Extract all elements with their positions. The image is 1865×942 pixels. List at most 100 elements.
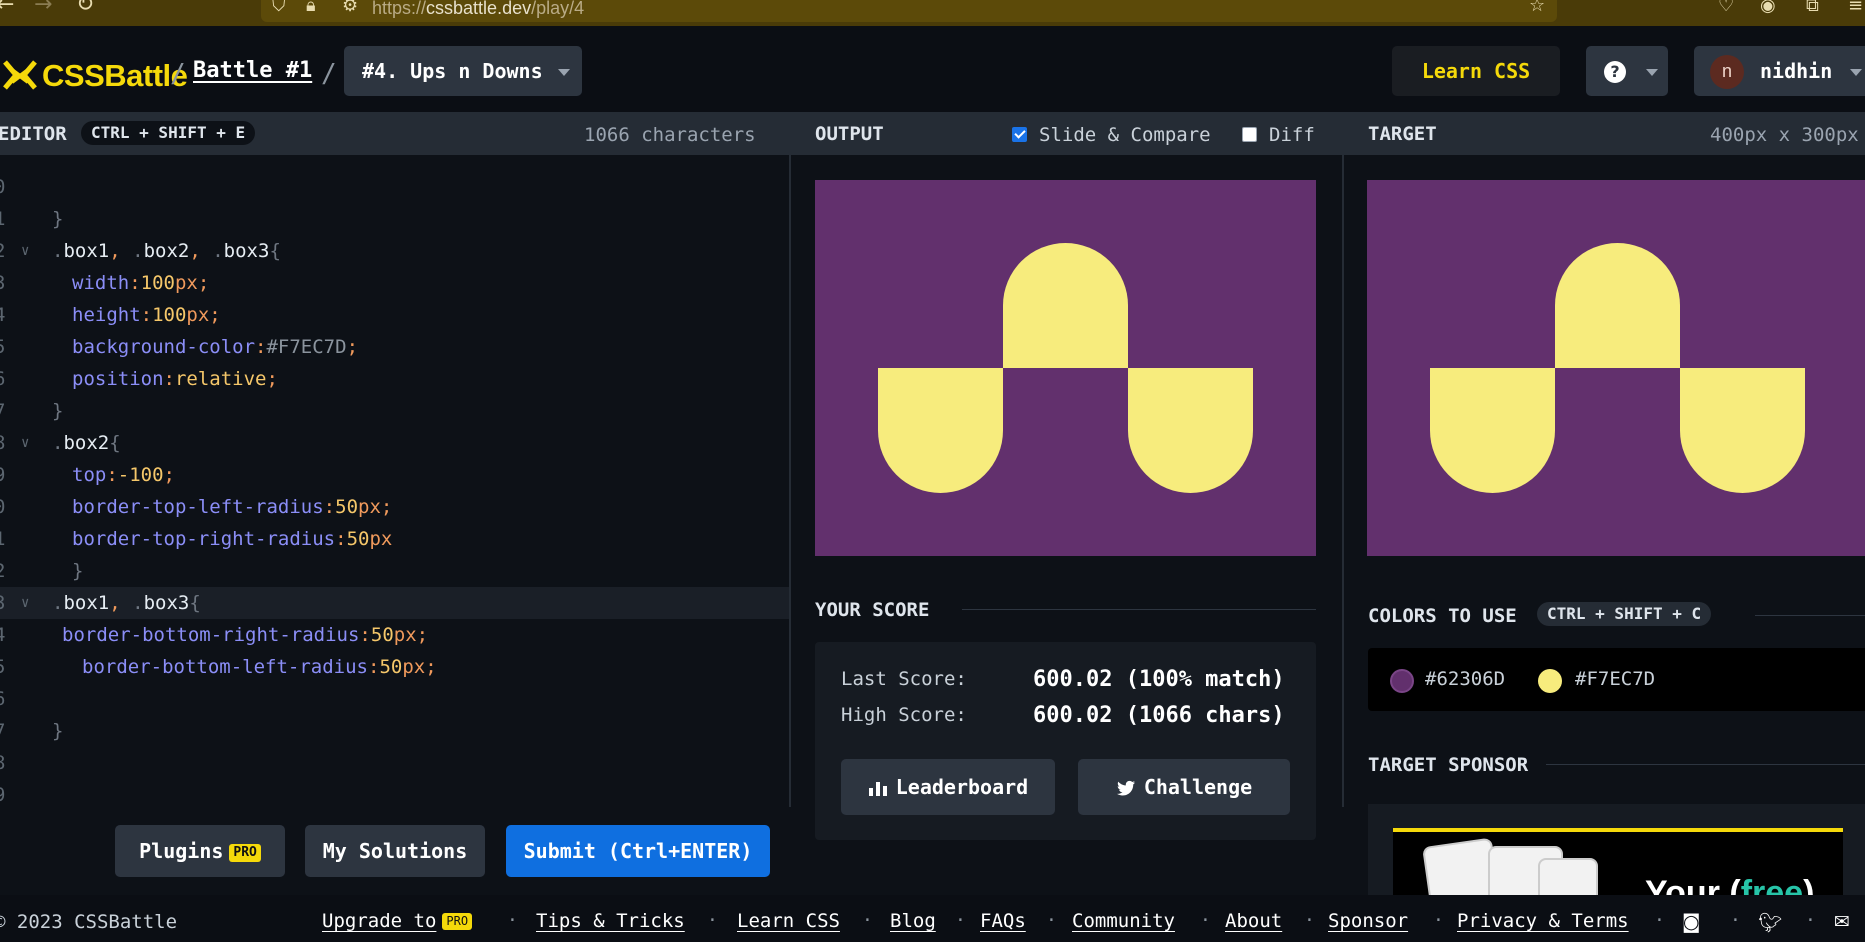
menu-icon[interactable]: ≡ bbox=[1848, 0, 1863, 16]
slide-compare-label[interactable]: Slide & Compare bbox=[1039, 124, 1211, 146]
code-line[interactable]: 4 height:100px; bbox=[0, 299, 789, 331]
reload-icon[interactable]: ↻ bbox=[76, 0, 94, 17]
bookmark-star-icon[interactable]: ☆ bbox=[1529, 0, 1545, 16]
level-select[interactable]: #4. Ups n Downs bbox=[344, 46, 582, 96]
color-swatch[interactable] bbox=[1390, 669, 1414, 693]
fold-chevron-icon[interactable]: ∨ bbox=[21, 427, 29, 459]
submit-button[interactable]: Submit (Ctrl+ENTER) bbox=[506, 825, 770, 877]
back-icon[interactable]: ← bbox=[0, 0, 14, 17]
help-menu-button[interactable]: ? bbox=[1586, 46, 1668, 96]
code-line[interactable]: 0 border-top-left-radius:50px; bbox=[0, 491, 789, 523]
footer-link-about[interactable]: About bbox=[1225, 910, 1282, 932]
code-token: , bbox=[109, 592, 121, 614]
code-token: box3 bbox=[143, 592, 190, 614]
color-hex[interactable]: #F7EC7D bbox=[1575, 668, 1655, 690]
code-text: .box1, .box3{ bbox=[52, 587, 201, 619]
code-line[interactable]: 3 width:100px; bbox=[0, 267, 789, 299]
fold-chevron-icon[interactable]: ∨ bbox=[21, 587, 29, 619]
extensions-icon[interactable]: ⧉ bbox=[1806, 0, 1819, 16]
code-editor[interactable]: 01}2∨.box1, .box2, .box3{3width:100px;4h… bbox=[0, 155, 789, 807]
site-footer: © 2023 CSSBattle Upgrade to PRO · Tips & … bbox=[0, 895, 1865, 942]
footer-separator: · bbox=[1730, 910, 1741, 931]
code-token: { bbox=[109, 432, 121, 454]
code-line[interactable]: 0 bbox=[0, 171, 789, 203]
footer-link-privacy[interactable]: Privacy & Terms bbox=[1457, 910, 1629, 932]
slide-compare-checkbox[interactable] bbox=[1012, 127, 1027, 142]
code-line[interactable]: 1 border-top-right-radius:50px bbox=[0, 523, 789, 555]
panel-divider[interactable] bbox=[789, 112, 791, 807]
url-text[interactable]: https://cssbattle.dev/play/4 bbox=[372, 0, 584, 19]
code-token: { bbox=[189, 592, 201, 614]
discord-icon[interactable]: ◙ bbox=[1682, 911, 1700, 933]
color-swatch[interactable] bbox=[1538, 669, 1562, 693]
permissions-icon[interactable]: ⚙ bbox=[342, 0, 358, 16]
code-token: px; bbox=[402, 656, 437, 678]
color-hex[interactable]: #62306D bbox=[1425, 668, 1505, 690]
code-token: { bbox=[269, 240, 281, 262]
shield-icon[interactable]: ⛉ bbox=[272, 0, 286, 16]
footer-link-blog[interactable]: Blog bbox=[890, 910, 936, 932]
plugins-button[interactable]: Plugins PRO bbox=[115, 825, 285, 877]
my-solutions-button[interactable]: My Solutions bbox=[305, 825, 485, 877]
code-token: 50 bbox=[370, 624, 394, 646]
code-line[interactable]: 2∨.box1, .box2, .box3{ bbox=[0, 235, 789, 267]
panel-divider[interactable] bbox=[1342, 112, 1344, 807]
code-line[interactable]: 9 bbox=[0, 779, 789, 807]
breadcrumb-battle-link[interactable]: Battle #1 bbox=[193, 58, 312, 83]
cssbattle-logo[interactable]: CSSBattle bbox=[2, 58, 188, 94]
code-token: 50 bbox=[346, 528, 370, 550]
output-title: OUTPUT bbox=[815, 123, 884, 145]
fold-chevron-icon[interactable]: ∨ bbox=[21, 235, 29, 267]
output-preview[interactable] bbox=[815, 180, 1316, 556]
code-token: border-bottom-left-radius bbox=[82, 656, 368, 678]
footer-link-faqs[interactable]: FAQs bbox=[980, 910, 1026, 932]
lock-icon[interactable]: 🔒︎ bbox=[306, 0, 316, 16]
leaderboard-label: Leaderboard bbox=[895, 775, 1029, 799]
code-line[interactable]: 5 border-bottom-left-radius:50px; bbox=[0, 651, 789, 683]
code-token: ; bbox=[346, 336, 359, 358]
challenge-button[interactable]: Challenge bbox=[1078, 759, 1290, 815]
colors-shortcut: CTRL + SHIFT + C bbox=[1537, 602, 1712, 626]
footer-link-community[interactable]: Community bbox=[1072, 910, 1175, 932]
line-number: 9 bbox=[0, 459, 5, 491]
upgrade-link[interactable]: Upgrade to PRO bbox=[322, 910, 473, 932]
target-sponsor-title: TARGET SPONSOR bbox=[1368, 754, 1529, 776]
learn-css-button[interactable]: Learn CSS bbox=[1392, 46, 1560, 96]
colors-card: #62306D #F7EC7D bbox=[1368, 648, 1865, 711]
code-line[interactable]: 6 bbox=[0, 683, 789, 715]
code-line[interactable]: 7} bbox=[0, 395, 789, 427]
code-line[interactable]: 8 bbox=[0, 747, 789, 779]
code-line[interactable]: 8∨.box2{ bbox=[0, 427, 789, 459]
footer-link-learn-css[interactable]: Learn CSS bbox=[737, 910, 840, 932]
diff-checkbox[interactable] bbox=[1242, 127, 1257, 142]
code-line[interactable]: 7} bbox=[0, 715, 789, 747]
footer-link-tips[interactable]: Tips & Tricks bbox=[536, 910, 685, 932]
code-text: .box1, .box2, .box3{ bbox=[52, 235, 281, 267]
code-line[interactable]: 4 border-bottom-right-radius:50px; bbox=[0, 619, 789, 651]
code-line[interactable]: 2} bbox=[0, 555, 789, 587]
user-menu-button[interactable]: n nidhin bbox=[1694, 46, 1865, 96]
footer-separator: · bbox=[1433, 910, 1444, 931]
copyright-text: © 2023 CSSBattle bbox=[0, 911, 178, 933]
target-preview bbox=[1367, 180, 1865, 556]
code-line[interactable]: 5 background-color:#F7EC7D; bbox=[0, 331, 789, 363]
diff-label[interactable]: Diff bbox=[1269, 124, 1315, 146]
code-line[interactable]: 1} bbox=[0, 203, 789, 235]
code-line[interactable]: 6 position:relative; bbox=[0, 363, 789, 395]
twitter-icon[interactable]: 🐦︎ bbox=[1758, 911, 1782, 934]
footer-separator: · bbox=[862, 910, 873, 931]
pocket-icon[interactable]: ♡ bbox=[1718, 0, 1734, 16]
chevron-down-icon bbox=[1850, 69, 1862, 76]
line-number: 7 bbox=[0, 395, 5, 427]
code-token: } bbox=[52, 720, 64, 742]
mail-icon[interactable]: ✉ bbox=[1834, 911, 1850, 933]
score-card: Last Score: 600.02 (100% match) High Sco… bbox=[815, 642, 1316, 840]
code-line[interactable]: 9 top:-100; bbox=[0, 459, 789, 491]
account-icon[interactable]: ◉ bbox=[1760, 0, 1776, 16]
footer-link-sponsor[interactable]: Sponsor bbox=[1328, 910, 1408, 932]
code-line[interactable]: 3∨.box1, .box3{ bbox=[0, 587, 789, 619]
leaderboard-button[interactable]: Leaderboard bbox=[841, 759, 1055, 815]
line-number: 7 bbox=[0, 715, 5, 747]
forward-icon[interactable]: → bbox=[34, 0, 52, 17]
code-text: top:-100; bbox=[72, 459, 175, 491]
